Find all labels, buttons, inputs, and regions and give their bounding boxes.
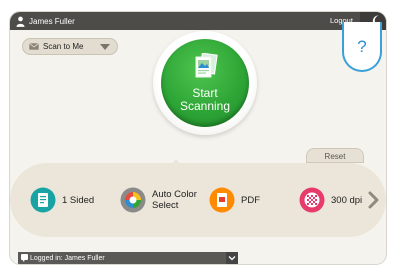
setting-resolution[interactable]: 300 dpi [299, 185, 362, 215]
reset-button[interactable]: Reset [306, 148, 364, 163]
color-wheel-icon [120, 187, 146, 213]
help-button[interactable]: ? [342, 22, 382, 72]
setting-color-label: Auto Color Select [152, 189, 197, 211]
top-bar: James Fuller Logout [10, 12, 386, 30]
chevron-down-icon [228, 256, 236, 261]
setting-color-label-line1: Auto Color [152, 189, 197, 200]
document-sided-icon [30, 187, 56, 213]
user-icon [16, 16, 25, 27]
device-frame: James Fuller Logout Scan to Me ? Start S… [0, 0, 399, 270]
destination-dropdown[interactable]: Scan to Me [22, 38, 118, 55]
setting-file-type-label: PDF [241, 194, 260, 206]
setting-resolution-label: 300 dpi [331, 194, 363, 206]
user-name: James Fuller [29, 16, 75, 26]
start-button-label: Start Scanning [161, 87, 249, 113]
scan-settings-bar: 1 Sided Auto Color Select PDF 300 dpi [10, 163, 386, 237]
start-label-line2: Scanning [179, 99, 231, 113]
start-scanning-button[interactable]: Start Scanning [161, 39, 249, 127]
mail-icon [29, 43, 39, 50]
setting-color-label-line2: Select [152, 200, 179, 211]
destination-label: Scan to Me [43, 42, 84, 51]
scan-panel-screen: James Fuller Logout Scan to Me ? Start S… [10, 12, 386, 264]
info-icon [21, 254, 28, 262]
documents-icon [195, 53, 218, 78]
setting-color-mode[interactable]: Auto Color Select [120, 185, 197, 215]
resolution-icon [299, 187, 325, 213]
chevron-right-icon[interactable] [368, 191, 380, 209]
current-user[interactable]: James Fuller [16, 15, 75, 27]
setting-sides-label: 1 Sided [62, 194, 95, 206]
chevron-down-icon [100, 44, 110, 50]
pdf-icon [209, 187, 235, 213]
status-expand-button[interactable] [226, 252, 238, 264]
setting-sides[interactable]: 1 Sided [30, 185, 94, 215]
status-bar[interactable]: Logged in: James Fuller [18, 252, 238, 264]
setting-file-type[interactable]: PDF [209, 185, 260, 215]
status-text: Logged in: James Fuller [30, 254, 105, 262]
